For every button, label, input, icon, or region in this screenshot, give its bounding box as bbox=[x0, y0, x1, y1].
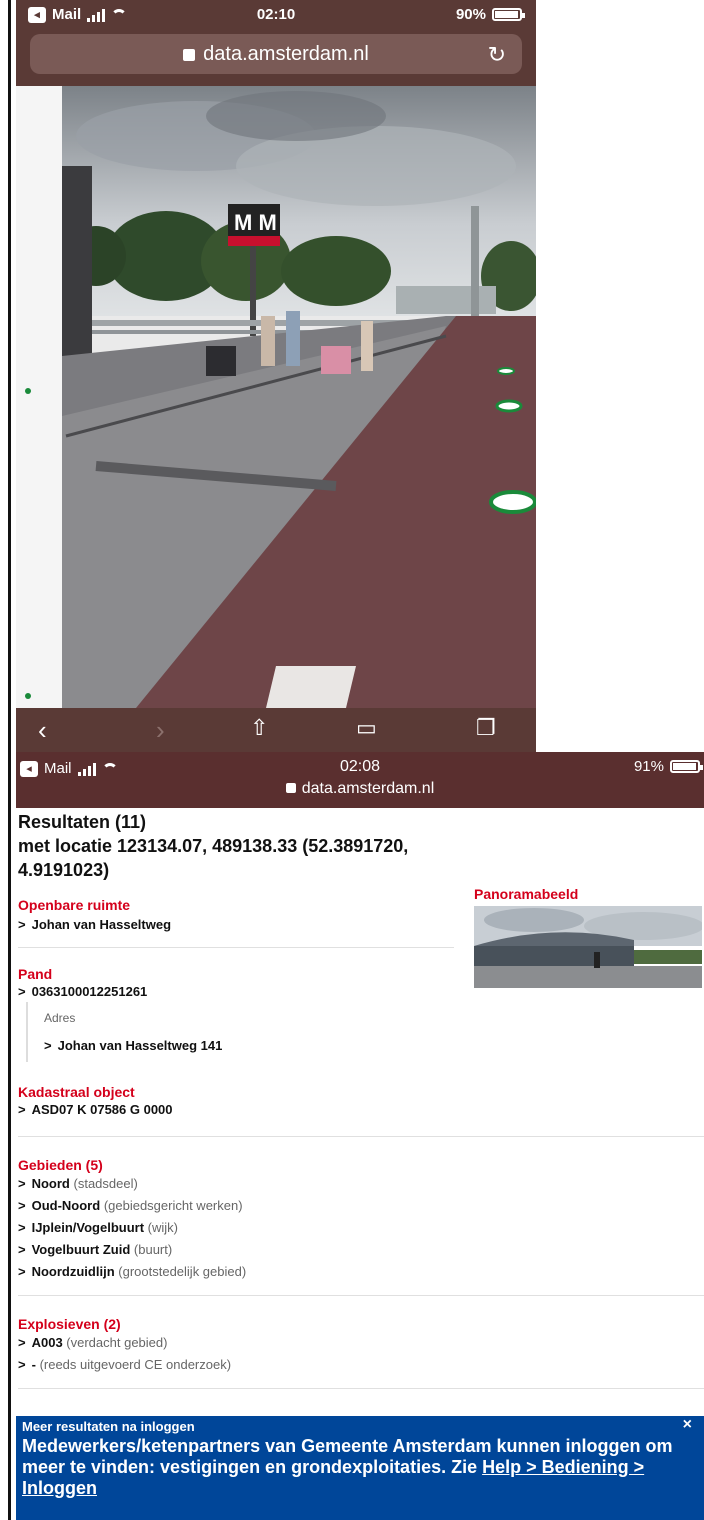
chevron-right-icon: > bbox=[18, 1102, 26, 1117]
location-line-2: 4.9191023) bbox=[18, 860, 110, 880]
chevron-right-icon: > bbox=[18, 1242, 26, 1257]
section-title: Explosieven (2) bbox=[18, 1316, 121, 1332]
adres-label: Adres bbox=[44, 1011, 76, 1025]
tabs-icon[interactable]: ❐ bbox=[476, 715, 496, 741]
lock-icon bbox=[183, 49, 196, 61]
chevron-right-icon: > bbox=[18, 1357, 26, 1372]
panorama-image: M M bbox=[16, 86, 536, 708]
bookmarks-icon[interactable]: ▭ bbox=[356, 715, 377, 741]
close-icon[interactable]: × bbox=[683, 1416, 692, 1434]
gebieden-section: Gebieden (5) > Noord (stadsdeel) > Oud-Noo… bbox=[18, 1157, 704, 1296]
chevron-right-icon: > bbox=[18, 1176, 26, 1191]
results-screenshot: ◂ Mail 02:08 91% data.amsterdam.nl Resul… bbox=[16, 752, 704, 1520]
adres-sub-section: Adres > Johan van Hasseltweg 141 bbox=[26, 1002, 454, 1062]
panorama-preview[interactable]: Panoramabeeld bbox=[474, 886, 704, 988]
divider bbox=[18, 947, 454, 948]
section-title: Kadastraal object bbox=[18, 1084, 135, 1100]
divider bbox=[18, 1388, 704, 1389]
chevron-right-icon: > bbox=[18, 1198, 26, 1213]
results-title: Resultaten (11) bbox=[18, 812, 147, 832]
lock-icon bbox=[285, 783, 296, 793]
explosieven-section: Explosieven (2) > A003 (verdacht gebied) … bbox=[18, 1316, 704, 1389]
result-link[interactable]: > Johan van Hasseltweg bbox=[18, 915, 454, 935]
result-link[interactable]: >0363100012251261 bbox=[18, 982, 454, 1002]
login-banner: Meer resultaten na inloggen × Medewerker… bbox=[16, 1416, 704, 1520]
back-arrow-icon[interactable]: ‹ bbox=[38, 715, 47, 746]
divider bbox=[18, 1295, 704, 1296]
url-text: data.amsterdam.nl bbox=[203, 43, 369, 65]
result-link[interactable]: > Noord (stadsdeel) bbox=[18, 1173, 704, 1195]
status-right: 90% bbox=[455, 6, 525, 23]
pand-section: Pand >0363100012251261 Adres > Johan van … bbox=[18, 966, 454, 1062]
address-bar[interactable]: data.amsterdam.nl bbox=[16, 780, 704, 798]
url-text: data.amsterdam.nl bbox=[301, 780, 435, 797]
panorama-title: Panoramabeeld bbox=[474, 886, 579, 902]
battery-percent: 91% bbox=[633, 758, 664, 775]
result-link[interactable]: > Johan van Hasseltweg 141 bbox=[44, 1036, 454, 1056]
chevron-right-icon: > bbox=[18, 1335, 26, 1350]
result-link[interactable]: > - (reeds uitgevoerd CE onderzoek) bbox=[18, 1354, 704, 1376]
battery-percent: 90% bbox=[455, 6, 486, 23]
section-title: Openbare ruimte bbox=[18, 897, 131, 913]
panorama-view[interactable]: M M bbox=[16, 86, 536, 708]
share-icon[interactable]: ⇧ bbox=[250, 715, 268, 741]
result-link[interactable]: > Noordzuidlijn (grootstedelijk gebied) bbox=[18, 1261, 704, 1283]
battery-icon bbox=[492, 8, 525, 21]
browser-toolbar: ‹ › ⇧ ▭ ❐ bbox=[16, 708, 536, 752]
address-bar[interactable]: data.amsterdam.nl ↻ bbox=[30, 34, 522, 74]
result-link[interactable]: > ASD07 K 07586 G 0000 bbox=[18, 1100, 704, 1120]
forward-arrow-icon[interactable]: › bbox=[156, 715, 165, 746]
left-border bbox=[8, 0, 11, 1520]
status-right: 91% bbox=[633, 758, 703, 775]
panorama-thumbnail[interactable] bbox=[474, 906, 702, 988]
chevron-right-icon: > bbox=[44, 1038, 52, 1053]
reload-icon[interactable]: ↻ bbox=[488, 42, 506, 68]
panorama-screenshot: ◂ Mail 02:10 90% data.amsterdam.nl ↻ M M… bbox=[16, 0, 536, 752]
banner-title: Meer resultaten na inloggen bbox=[22, 1419, 195, 1434]
battery-icon bbox=[670, 760, 703, 773]
browser-header: ◂ Mail 02:08 91% data.amsterdam.nl bbox=[16, 752, 704, 808]
result-link[interactable]: > IJplein/Vogelbuurt (wijk) bbox=[18, 1217, 704, 1239]
status-bar: ◂ Mail 02:10 90% bbox=[16, 0, 536, 30]
panorama-thumbnail-image bbox=[474, 906, 702, 988]
composite-screenshot: ◂ Mail 02:10 90% data.amsterdam.nl ↻ M M… bbox=[0, 0, 704, 1520]
chevron-right-icon: > bbox=[18, 984, 26, 999]
result-link[interactable]: > Vogelbuurt Zuid (buurt) bbox=[18, 1239, 704, 1261]
chevron-right-icon: > bbox=[18, 917, 26, 932]
location-line-1: met locatie 123134.07, 489138.33 (52.389… bbox=[18, 836, 409, 856]
status-time: 02:08 bbox=[339, 758, 381, 775]
banner-body: Medewerkers/ketenpartners van Gemeente A… bbox=[22, 1436, 692, 1499]
divider bbox=[18, 1136, 704, 1137]
openbare-ruimte-section: Openbare ruimte > Johan van Hasseltweg bbox=[18, 897, 454, 948]
section-title: Gebieden (5) bbox=[18, 1157, 103, 1173]
kadastraal-section: Kadastraal object > ASD07 K 07586 G 0000 bbox=[18, 1084, 704, 1137]
metro-sign: M M bbox=[234, 210, 277, 235]
result-link[interactable]: > Oud-Noord (gebiedsgericht werken) bbox=[18, 1195, 704, 1217]
section-title: Pand bbox=[18, 966, 53, 982]
result-link[interactable]: > A003 (verdacht gebied) bbox=[18, 1332, 704, 1354]
chevron-right-icon: > bbox=[18, 1264, 26, 1279]
chevron-right-icon: > bbox=[18, 1220, 26, 1235]
